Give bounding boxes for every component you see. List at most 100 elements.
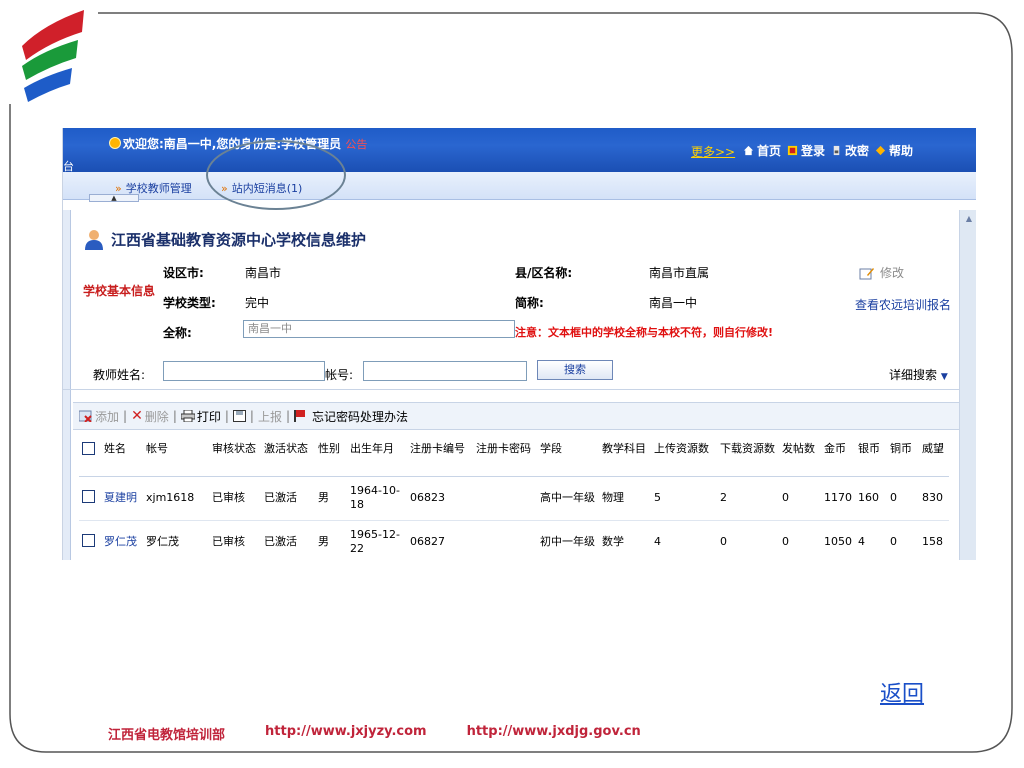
table-cell: 4 — [855, 520, 887, 560]
vertical-scrollbar[interactable]: ▲ — [959, 210, 976, 560]
print-button[interactable]: 打印 — [180, 408, 221, 425]
select-all-checkbox[interactable] — [82, 442, 95, 455]
more-link[interactable]: 更多>> — [691, 143, 735, 160]
table-cell: 06827 — [407, 520, 473, 560]
forgot-password-link[interactable]: 忘记密码处理办法 — [294, 408, 408, 425]
search-button[interactable]: 搜索 — [537, 360, 613, 380]
col-header: 金币 — [821, 440, 855, 477]
table-cell — [473, 520, 537, 560]
nav-help[interactable]: 帮助 — [875, 142, 913, 159]
search-bar: 教师姓名: 帐号: 搜索 详细搜索 ▼ — [63, 356, 959, 390]
logo-icon — [22, 10, 84, 102]
table-cell: 830 — [919, 476, 949, 521]
table-cell: 0 — [887, 520, 919, 560]
table-cell: 男 — [315, 476, 347, 521]
nav-home[interactable]: 首页 — [743, 142, 781, 159]
school-info: 学校基本信息 设区市: 南昌市 县/区名称: 南昌市直属 学校类型: 完中 简称… — [63, 254, 959, 346]
login-icon — [787, 145, 798, 156]
chevron-down-icon: ▼ — [940, 372, 948, 382]
table-cell: 1170 — [821, 476, 855, 521]
flag-icon — [294, 410, 306, 422]
top-bar: 台 欢迎您:南昌一中,您的身份是:学校管理员 公告 更多>> 首页 登录 改密 … — [63, 128, 976, 173]
save-button[interactable] — [232, 410, 246, 422]
top-nav: 首页 登录 改密 帮助 — [743, 142, 913, 159]
teacher-table: 姓名 帐号 审核状态 激活状态 性别 出生年月 注册卡编号 注册卡密码 学段 教… — [79, 440, 949, 560]
scroll-up-icon[interactable]: ▲ — [963, 214, 975, 226]
full-name-label: 全称: — [163, 326, 192, 340]
table-cell: 高中一年级 — [537, 476, 599, 521]
nav-login[interactable]: 登录 — [787, 142, 825, 159]
table-cell: 2 — [717, 476, 779, 521]
table-cell: 1965-12-22 — [347, 520, 407, 560]
district-value: 南昌市 — [245, 266, 282, 280]
account-input[interactable] — [363, 361, 527, 381]
table-cell: 已激活 — [261, 520, 315, 560]
collapse-handle[interactable]: ▲ — [89, 194, 139, 202]
table-cell: 已审核 — [209, 520, 261, 560]
row-checkbox[interactable] — [82, 533, 95, 547]
table-cell: 已激活 — [261, 476, 315, 521]
table-cell: 158 — [919, 520, 949, 560]
footer-url-2: http://www.jxdjg.gov.cn — [466, 724, 641, 739]
table-cell: 物理 — [599, 476, 651, 521]
col-header: 发帖数 — [779, 440, 821, 477]
county-label: 县/区名称: — [515, 266, 573, 280]
add-button[interactable]: 添加 — [79, 408, 119, 425]
col-header: 铜币 — [887, 440, 919, 477]
full-name-input[interactable]: 南昌一中 — [243, 320, 515, 338]
edit-button[interactable]: 修改 — [859, 264, 904, 281]
full-name-warning: 注意：文本框中的学校全称与本校不符，则自行修改! — [515, 326, 774, 339]
lock-icon — [833, 145, 840, 156]
table-cell: 初中一年级 — [537, 520, 599, 560]
teacher-name-label: 教师姓名: — [93, 368, 146, 382]
footer-org: 江西省电教馆培训部 — [108, 728, 226, 743]
edit-icon — [859, 267, 874, 279]
advanced-search-toggle[interactable]: 详细搜索 ▼ — [889, 366, 948, 383]
table-cell: 1964-10-18 — [347, 476, 407, 521]
col-header: 银币 — [855, 440, 887, 477]
table-cell: 5 — [651, 476, 717, 521]
short-name-value: 南昌一中 — [649, 296, 698, 310]
delete-button[interactable]: ✕ 删除 — [131, 408, 169, 425]
report-button[interactable]: 上报 — [258, 408, 282, 425]
col-header: 注册卡密码 — [473, 440, 537, 477]
table-cell: 罗仁茂 — [143, 520, 209, 560]
home-icon — [743, 145, 754, 156]
info-category-label: 学校基本信息 — [82, 284, 155, 298]
table-cell: 0 — [717, 520, 779, 560]
table-cell: xjm1618 — [143, 476, 209, 521]
col-header: 威望 — [919, 440, 949, 477]
nav-change-password[interactable]: 改密 — [831, 142, 869, 159]
col-header: 性别 — [315, 440, 347, 477]
col-header: 学段 — [537, 440, 599, 477]
col-header: 姓名 — [101, 440, 143, 477]
row-checkbox[interactable] — [82, 489, 95, 503]
back-link[interactable]: 返回 — [880, 676, 924, 708]
table-cell: 4 — [651, 520, 717, 560]
notice-link[interactable]: 公告 — [345, 138, 367, 151]
printer-icon — [180, 410, 195, 422]
school-type-value: 完中 — [245, 296, 270, 310]
panel-title: 江西省基础教育资源中心学校信息维护 — [83, 228, 366, 250]
table-cell: 0 — [779, 476, 821, 521]
sub-nav: » 学校教师管理 » 站内短消息(1) ▲ — [63, 172, 976, 202]
remote-training-link[interactable]: 查看农远培训报名 — [855, 296, 955, 315]
slide-footer: 江西省电教馆培训部 http://www.jxjyzy.com http://w… — [108, 724, 641, 743]
table-cell: 已审核 — [209, 476, 261, 521]
table-cell: 1050 — [821, 520, 855, 560]
col-header: 帐号 — [143, 440, 209, 477]
short-name-label: 简称: — [515, 296, 544, 310]
teacher-name-link[interactable]: 夏建明 — [101, 476, 143, 521]
table-cell: 0 — [887, 476, 919, 521]
table-cell: 0 — [779, 520, 821, 560]
teacher-name-link[interactable]: 罗仁茂 — [101, 520, 143, 560]
col-header: 注册卡编号 — [407, 440, 473, 477]
col-header: 下载资源数 — [717, 440, 779, 477]
teacher-name-input[interactable] — [163, 361, 325, 381]
embedded-screenshot: 台 欢迎您:南昌一中,您的身份是:学校管理员 公告 更多>> 首页 登录 改密 … — [62, 128, 976, 560]
col-header: 教学科目 — [599, 440, 651, 477]
table-row: 罗仁茂 罗仁茂 已审核 已激活 男 1965-12-22 06827 初中一年级… — [79, 520, 949, 560]
user-icon — [85, 230, 103, 250]
add-icon — [79, 410, 92, 422]
col-header: 出生年月 — [347, 440, 407, 477]
